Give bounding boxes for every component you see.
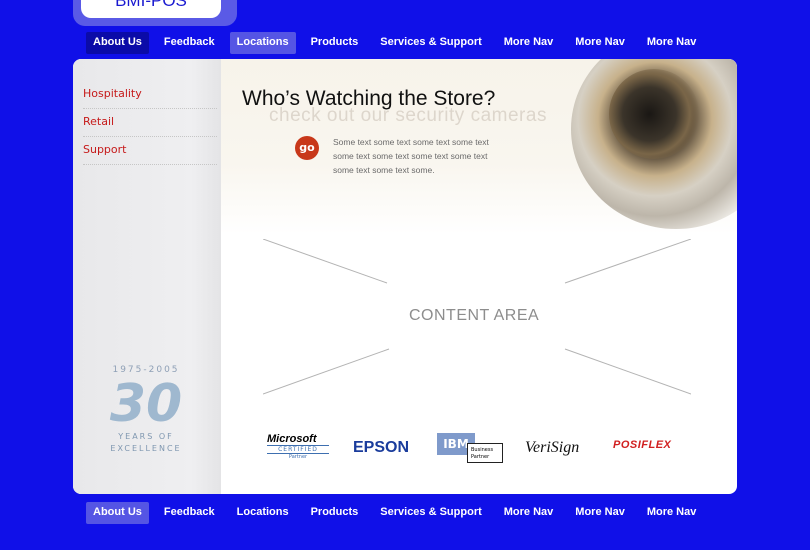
camera-lens-center <box>609 69 699 159</box>
epson-logo[interactable]: EPSON <box>353 439 409 457</box>
hero-banner: check out our security cameras Who’s Wat… <box>221 59 737 234</box>
posiflex-logo[interactable]: POSIFLEX <box>613 439 671 451</box>
top-nav: About Us Feedback Locations Products Ser… <box>86 32 711 54</box>
sidebar-item-support[interactable]: Support <box>83 140 217 165</box>
nav-products[interactable]: Products <box>304 32 366 54</box>
nav-services-support[interactable]: Services & Support <box>373 32 488 54</box>
ibm-business-partner-logo[interactable]: IBM Business Partner <box>437 433 505 465</box>
sidebar: Hospitality Retail Support 1975-2005 30 … <box>73 59 221 494</box>
hero-body-text: Some text some text some text some text … <box>333 137 489 175</box>
content-area-label: CONTENT AREA <box>409 307 540 324</box>
ibm-partner-box: Business Partner <box>467 443 503 463</box>
microsoft-partner-text: Partner <box>288 454 308 460</box>
site-logo[interactable]: BMI-POS <box>81 0 221 18</box>
sidebar-item-hospitality[interactable]: Hospitality <box>83 84 217 109</box>
ibm-business-text: Business <box>471 447 494 453</box>
nav-more-3[interactable]: More Nav <box>640 502 704 524</box>
verisign-logo[interactable]: VeriSign <box>525 439 579 457</box>
anniversary-number: 30 <box>109 374 183 434</box>
microsoft-certified-text: CERTIFIED <box>267 445 329 454</box>
go-button[interactable]: go <box>295 136 319 160</box>
sidebar-item-retail[interactable]: Retail <box>83 112 217 137</box>
main-panel: Hospitality Retail Support 1975-2005 30 … <box>73 59 737 494</box>
nav-more-1[interactable]: More Nav <box>497 502 561 524</box>
ibm-partner-text: Partner <box>471 454 490 460</box>
nav-feedback[interactable]: Feedback <box>157 32 222 54</box>
nav-locations[interactable]: Locations <box>230 502 296 524</box>
nav-about-us[interactable]: About Us <box>86 502 149 524</box>
nav-feedback[interactable]: Feedback <box>157 502 222 524</box>
nav-about-us[interactable]: About Us <box>86 32 149 54</box>
logo-tab: BMI-POS <box>73 0 237 26</box>
nav-products[interactable]: Products <box>304 502 366 524</box>
anniversary-badge: 1975-2005 30 YEARS OF EXCELLENCE <box>101 365 191 455</box>
anniversary-line2: EXCELLENCE <box>110 444 182 453</box>
microsoft-logo-text: Microsoft <box>267 433 317 445</box>
microsoft-certified-logo[interactable]: Microsoft CERTIFIED Partner <box>267 433 329 460</box>
nav-services-support[interactable]: Services & Support <box>373 502 488 524</box>
nav-more-1[interactable]: More Nav <box>497 32 561 54</box>
partner-logos: Microsoft CERTIFIED Partner EPSON IBM Bu… <box>263 431 713 471</box>
nav-more-2[interactable]: More Nav <box>568 502 632 524</box>
nav-more-2[interactable]: More Nav <box>568 32 632 54</box>
bottom-nav: About Us Feedback Locations Products Ser… <box>86 502 711 524</box>
nav-more-3[interactable]: More Nav <box>640 32 704 54</box>
hero-title: Who’s Watching the Store? <box>242 87 496 110</box>
nav-locations[interactable]: Locations <box>229 32 296 54</box>
